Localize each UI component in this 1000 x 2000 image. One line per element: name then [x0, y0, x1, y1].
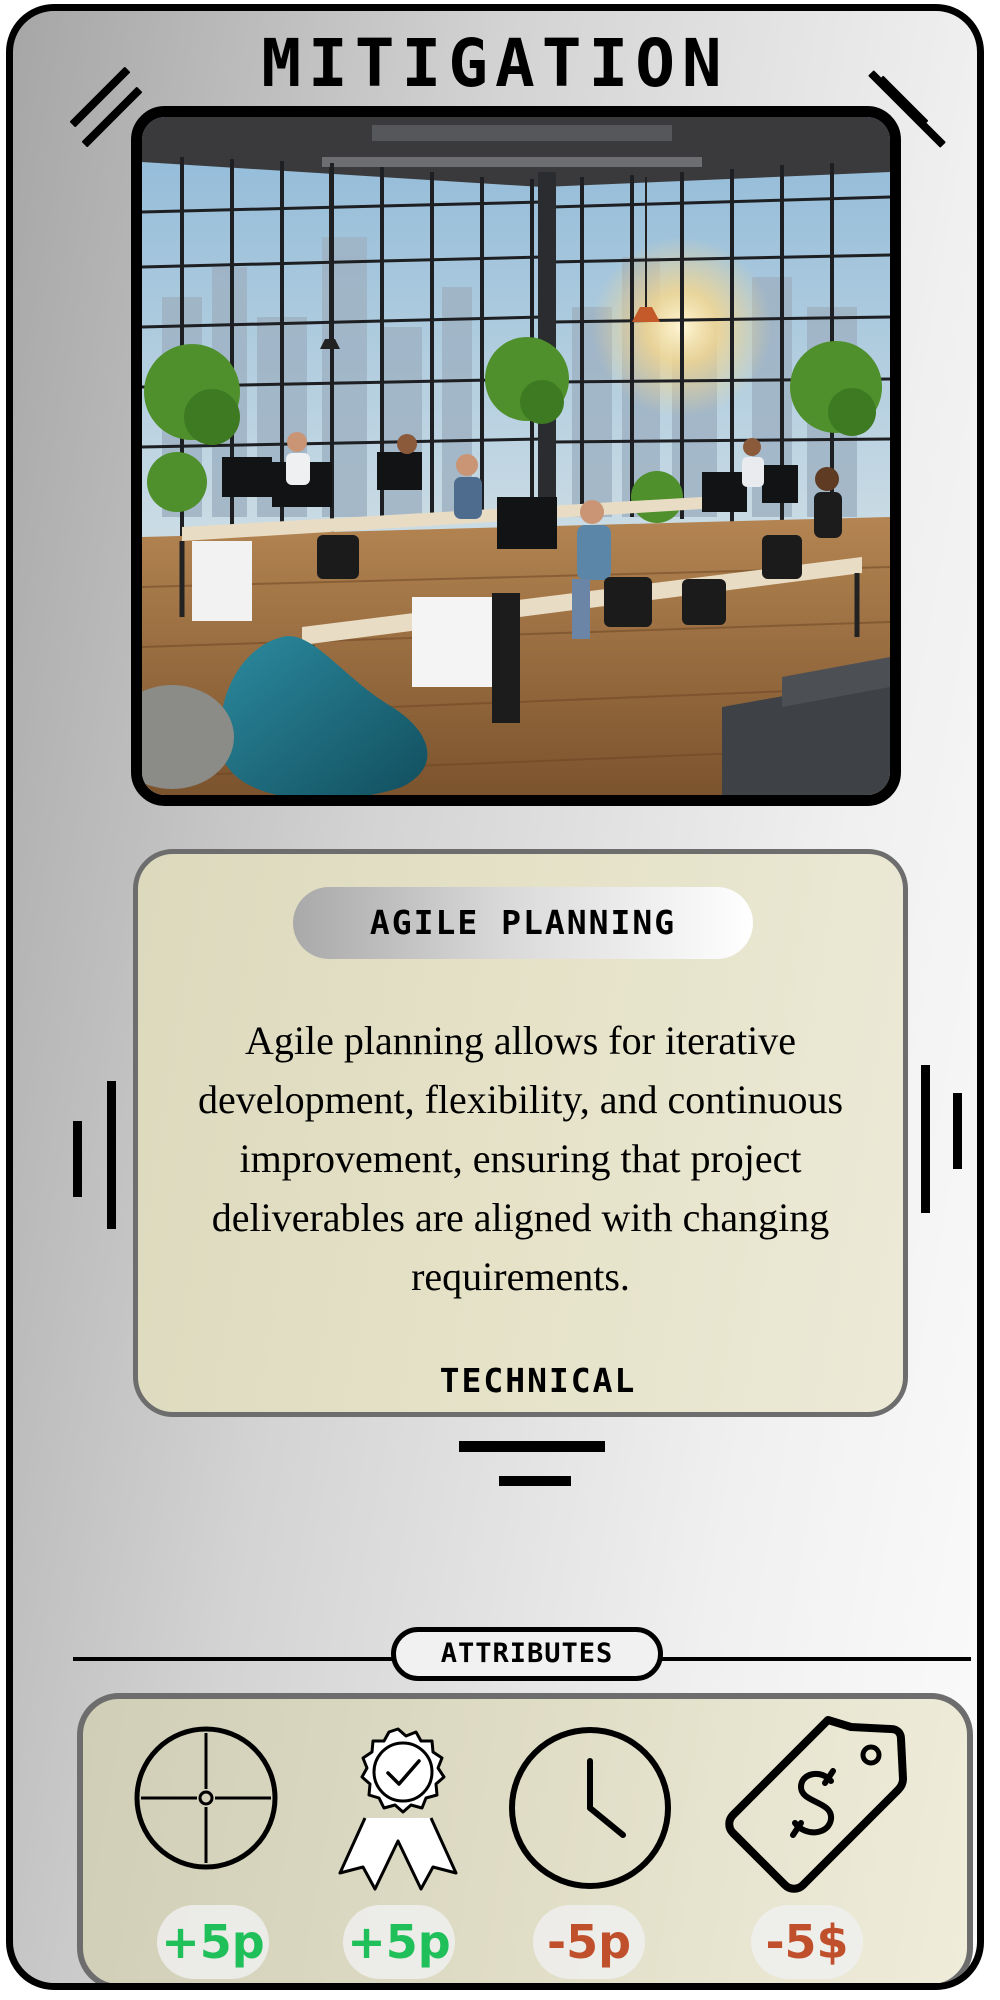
price-tag-dollar-icon	[721, 1711, 911, 1906]
mitigation-card[interactable]: MITIGATION AGILE PLANNING Agile planning…	[6, 4, 984, 1990]
attribute-value-cost: -5$	[751, 1905, 863, 1979]
award-ribbon-icon	[335, 1723, 461, 1898]
decor-bar-bottom-long	[459, 1441, 605, 1452]
card-illustration	[131, 106, 901, 806]
attributes-header: ATTRIBUTES	[391, 1627, 663, 1681]
decor-bar-left-long	[107, 1081, 116, 1229]
attribute-value-time: -5p	[533, 1905, 645, 1979]
card-category: TECHNICAL	[439, 1361, 637, 1400]
decor-bar-bottom-short	[499, 1476, 571, 1486]
decor-bar-right-long	[921, 1065, 930, 1213]
attribute-value-quality: +5p	[343, 1905, 455, 1979]
card-name: AGILE PLANNING	[293, 887, 753, 959]
clock-icon	[505, 1723, 675, 1898]
decor-bar-left-short	[73, 1121, 82, 1197]
card-type-title: MITIGATION	[261, 25, 729, 102]
decor-bar-right-short	[953, 1093, 962, 1169]
card-description: Agile planning allows for iterative deve…	[197, 1018, 844, 1299]
crosshair-icon	[131, 1723, 281, 1878]
attribute-value-accuracy: +5p	[157, 1905, 269, 1979]
